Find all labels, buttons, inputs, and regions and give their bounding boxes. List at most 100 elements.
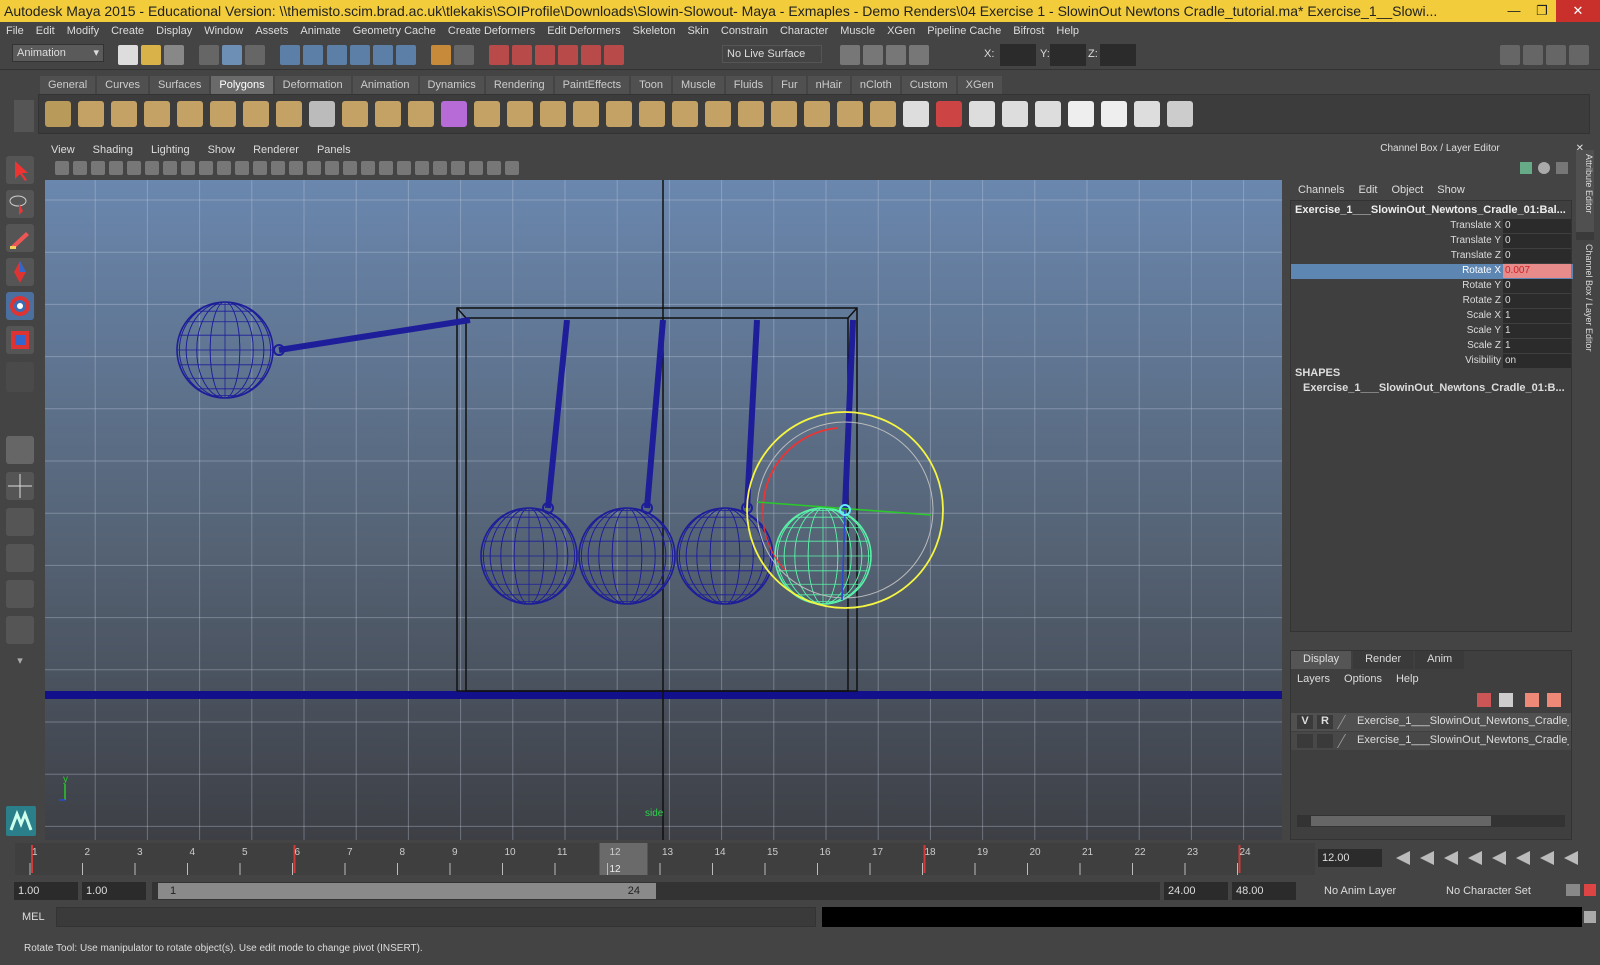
boolean-difference-icon[interactable] bbox=[474, 101, 500, 127]
mirror-icon[interactable] bbox=[540, 101, 566, 127]
play-backward-icon[interactable] bbox=[1468, 851, 1482, 865]
poly-cube-icon[interactable] bbox=[78, 101, 104, 127]
play-forward-icon[interactable] bbox=[1492, 851, 1506, 865]
anim-prefs-icon[interactable] bbox=[1584, 884, 1596, 896]
go-to-end-icon[interactable] bbox=[1564, 851, 1578, 865]
move-up-icon[interactable] bbox=[1525, 693, 1539, 707]
step-forward-key-icon[interactable] bbox=[1540, 851, 1554, 865]
combine-icon[interactable] bbox=[342, 101, 368, 127]
xray-icon[interactable] bbox=[469, 161, 483, 175]
character-set-dropdown[interactable]: No Character Set bbox=[1430, 882, 1560, 900]
lasso-tool-icon[interactable] bbox=[6, 190, 34, 218]
step-forward-frame-icon[interactable] bbox=[1516, 851, 1530, 865]
ipr-icon[interactable] bbox=[886, 45, 907, 65]
xray-joints-icon[interactable] bbox=[487, 161, 501, 175]
shelf-tab-muscle[interactable]: Muscle bbox=[672, 76, 724, 94]
extract-icon[interactable] bbox=[408, 101, 434, 127]
input-ops-icon[interactable] bbox=[453, 45, 474, 65]
extrude-icon[interactable] bbox=[771, 101, 797, 127]
attr-value[interactable]: 1 bbox=[1503, 309, 1571, 323]
layer-scroll-thumb[interactable] bbox=[1311, 816, 1491, 826]
new-layer-selected-icon[interactable] bbox=[1499, 693, 1513, 707]
wireframe-icon[interactable] bbox=[271, 161, 285, 175]
layer-menu-options[interactable]: Options bbox=[1344, 673, 1382, 689]
grease-pencil-icon[interactable] bbox=[145, 161, 159, 175]
poly-pyramid-icon[interactable] bbox=[243, 101, 269, 127]
channel-box-toggle-icon[interactable] bbox=[1569, 45, 1590, 65]
shelf-tab-toon[interactable]: Toon bbox=[631, 76, 671, 94]
textured-icon[interactable] bbox=[325, 161, 339, 175]
fill-hole-icon[interactable] bbox=[639, 101, 665, 127]
layer-reference-toggle[interactable] bbox=[1317, 734, 1333, 748]
layer-visibility-toggle[interactable] bbox=[1297, 734, 1313, 748]
new-scene-icon[interactable] bbox=[118, 45, 138, 65]
shelf-tab-custom[interactable]: Custom bbox=[901, 76, 956, 94]
layer-row[interactable]: V R Exercise_1___SlowinOut_Newtons_Cradle_… bbox=[1291, 713, 1571, 731]
attr-value[interactable]: 1 bbox=[1503, 324, 1571, 338]
magnet-icon[interactable] bbox=[604, 45, 625, 65]
attribute-editor-toggle-icon[interactable] bbox=[1523, 45, 1544, 65]
object-name[interactable]: Exercise_1___SlowinOut_Newtons_Cradle_01… bbox=[1295, 204, 1571, 216]
x-field[interactable] bbox=[1000, 44, 1036, 66]
menu-xgen[interactable]: XGen bbox=[887, 25, 915, 37]
viewport-menu-renderer[interactable]: Renderer bbox=[253, 144, 299, 156]
channel-menu-object[interactable]: Object bbox=[1391, 184, 1423, 196]
safe-action-icon[interactable] bbox=[253, 161, 267, 175]
attr-value[interactable]: 0 bbox=[1503, 279, 1571, 293]
layer-scrollbar[interactable] bbox=[1297, 815, 1565, 827]
use-all-lights-icon[interactable] bbox=[343, 161, 357, 175]
minimize-button[interactable]: — bbox=[1500, 0, 1528, 22]
mel-label[interactable]: MEL bbox=[22, 911, 45, 923]
playback-end-field[interactable]: 24.00 bbox=[1164, 882, 1228, 900]
step-back-key-icon[interactable] bbox=[1420, 851, 1434, 865]
viewport-menu-view[interactable]: View bbox=[51, 144, 75, 156]
checker-3-icon[interactable] bbox=[1134, 101, 1160, 127]
rotate-tool-icon[interactable] bbox=[6, 292, 34, 320]
xray-components-icon[interactable] bbox=[505, 161, 519, 175]
select-tool-icon[interactable] bbox=[6, 156, 34, 184]
menu-create[interactable]: Create bbox=[111, 25, 144, 37]
start-time-field[interactable]: 1.00 bbox=[14, 882, 78, 900]
image-plane-icon[interactable] bbox=[109, 161, 123, 175]
render-settings-icon[interactable] bbox=[535, 45, 555, 65]
grid-icon[interactable] bbox=[163, 161, 177, 175]
graph-editor-layout-icon[interactable] bbox=[6, 544, 34, 572]
menu-skeleton[interactable]: Skeleton bbox=[633, 25, 676, 37]
attr-value[interactable]: 0 bbox=[1503, 294, 1571, 308]
pin-icon[interactable] bbox=[1556, 162, 1568, 174]
poly-sphere-icon[interactable] bbox=[45, 101, 71, 127]
shelf-tab-nhair[interactable]: nHair bbox=[807, 76, 850, 94]
end-time-field[interactable]: 48.00 bbox=[1232, 882, 1296, 900]
render-view-icon[interactable] bbox=[581, 45, 602, 65]
attr-value[interactable]: 0 bbox=[1503, 219, 1571, 233]
layer-color-swatch[interactable] bbox=[1336, 715, 1356, 729]
attr-row-rotate-z[interactable]: Rotate Z0 bbox=[1291, 294, 1573, 309]
shelf-tab-dynamics[interactable]: Dynamics bbox=[419, 76, 484, 94]
four-view-layout-icon[interactable] bbox=[6, 472, 34, 500]
boolean-intersect-icon[interactable] bbox=[507, 101, 533, 127]
paint-select-icon[interactable] bbox=[6, 224, 34, 252]
attr-row-translate-x[interactable]: Translate X0 bbox=[1291, 219, 1573, 234]
poly-plane-icon[interactable] bbox=[177, 101, 203, 127]
insert-edge-loop-icon[interactable] bbox=[738, 101, 764, 127]
render-view-button-icon[interactable] bbox=[840, 45, 860, 65]
attr-row-scale-z[interactable]: Scale Z1 bbox=[1291, 339, 1573, 354]
menu-character[interactable]: Character bbox=[780, 25, 828, 37]
snap-view-plane-icon[interactable] bbox=[349, 45, 370, 65]
history-icon[interactable] bbox=[395, 45, 416, 65]
attr-row-rotate-x[interactable]: Rotate X 0.007 bbox=[1291, 264, 1573, 279]
menu-geometry-cache[interactable]: Geometry Cache bbox=[353, 25, 436, 37]
render-icon[interactable] bbox=[488, 45, 509, 65]
menu-modify[interactable]: Modify bbox=[67, 25, 99, 37]
motion-blur-icon[interactable] bbox=[397, 161, 411, 175]
viewport[interactable]: y side bbox=[45, 180, 1282, 840]
shelf-tab-curves[interactable]: Curves bbox=[97, 76, 148, 94]
layer-tab-display[interactable]: Display bbox=[1291, 651, 1352, 669]
live-surface-field[interactable]: No Live Surface bbox=[722, 45, 822, 63]
depth-of-field-icon[interactable] bbox=[433, 161, 447, 175]
ball-2-sphere[interactable] bbox=[480, 507, 578, 605]
append-polygon-icon[interactable] bbox=[672, 101, 698, 127]
boolean-union-icon[interactable] bbox=[441, 101, 467, 127]
poly-torus-icon[interactable] bbox=[210, 101, 236, 127]
smooth-shade-icon[interactable] bbox=[289, 161, 303, 175]
